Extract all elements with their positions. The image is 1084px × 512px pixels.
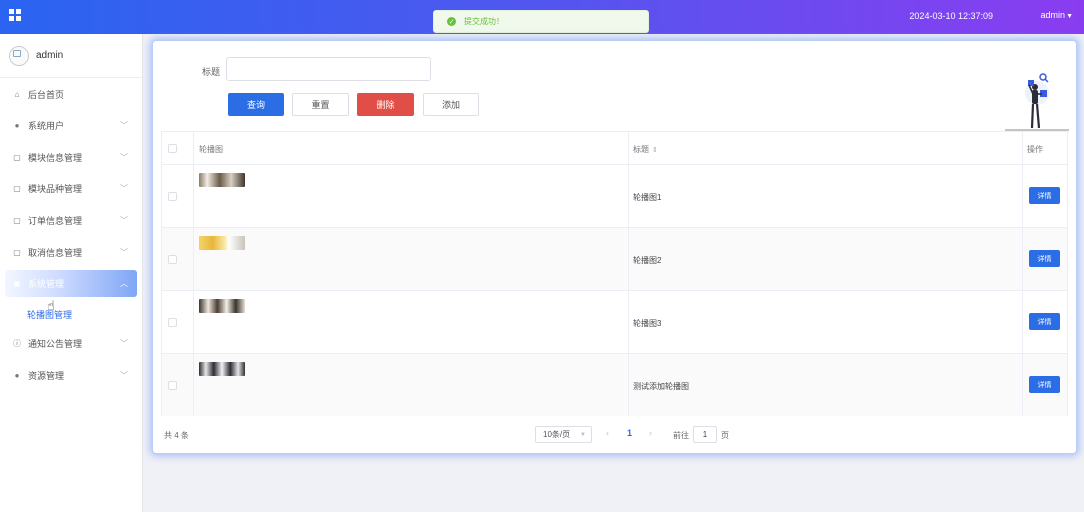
sidebar-item-label: 系统管理 bbox=[28, 279, 65, 289]
row-title: 轮播图2 bbox=[633, 256, 662, 265]
row-title: 轮播图3 bbox=[633, 319, 662, 328]
menu-grid-icon[interactable] bbox=[9, 9, 21, 21]
row-checkbox[interactable] bbox=[168, 381, 177, 390]
sidebar-item-label: 模块品种管理 bbox=[28, 184, 83, 194]
sidebar-item-label: 模块信息管理 bbox=[28, 153, 83, 163]
sidebar-item-home[interactable]: ⌂ 后台首页 bbox=[5, 81, 137, 108]
column-header-title-text: 标题 bbox=[633, 145, 649, 154]
chevron-down-icon: ﹀ bbox=[120, 216, 128, 225]
carousel-thumbnail bbox=[199, 362, 245, 376]
sidebar-item-cancellations[interactable]: ▢ 取消信息管理 ﹀ bbox=[5, 239, 137, 266]
table-row: 轮播图1 详情 bbox=[162, 165, 1067, 228]
delete-button[interactable]: 删除 bbox=[357, 93, 414, 116]
column-divider bbox=[628, 132, 629, 415]
carousel-thumbnail bbox=[199, 236, 245, 250]
document-icon: ▢ bbox=[13, 153, 21, 162]
column-header-actions: 操作 bbox=[1027, 145, 1043, 154]
detail-button[interactable]: 详情 bbox=[1029, 250, 1060, 267]
image-icon: ▣ bbox=[13, 279, 21, 288]
document-icon: ▢ bbox=[13, 184, 21, 193]
row-checkbox[interactable] bbox=[168, 255, 177, 264]
table-row: 轮播图3 详情 bbox=[162, 291, 1067, 354]
detail-button[interactable]: 详情 bbox=[1029, 376, 1060, 393]
sidebar-item-system[interactable]: ▣ 系统管理 ︿ bbox=[5, 270, 137, 297]
user-name: admin bbox=[1040, 10, 1066, 20]
chevron-down-icon: ﹀ bbox=[120, 121, 128, 130]
user-menu[interactable]: admin▼ bbox=[1041, 10, 1073, 20]
query-button[interactable]: 查询 bbox=[228, 93, 284, 116]
sidebar-item-orders[interactable]: ▢ 订单信息管理 ﹀ bbox=[5, 207, 137, 234]
profile-name: admin bbox=[36, 50, 64, 61]
chevron-up-icon: ︿ bbox=[120, 279, 128, 288]
user-icon: ● bbox=[14, 121, 20, 130]
goto-label: 前往 bbox=[673, 431, 689, 440]
chevron-down-icon: ﹀ bbox=[120, 371, 128, 380]
sort-icon[interactable]: ⇕ bbox=[652, 147, 658, 154]
table-header-row: 轮播图 标题 ⇕ 操作 bbox=[162, 132, 1067, 165]
title-search-input[interactable] bbox=[226, 57, 431, 81]
column-divider bbox=[1022, 132, 1023, 415]
datetime-display: 2024-03-10 12:37:09 bbox=[909, 11, 993, 21]
sidebar-item-resources[interactable]: ● 资源管理 ﹀ bbox=[5, 362, 137, 389]
sidebar-item-label: 系统用户 bbox=[28, 121, 65, 131]
column-divider bbox=[193, 132, 194, 415]
page-number[interactable]: 1 bbox=[627, 428, 632, 438]
goto-page-input[interactable]: 1 bbox=[693, 426, 717, 443]
search-illustration-icon bbox=[1005, 73, 1069, 131]
prev-page-icon[interactable]: ‹ bbox=[606, 428, 609, 438]
document-icon: ▢ bbox=[13, 248, 21, 257]
row-checkbox[interactable] bbox=[168, 192, 177, 201]
row-checkbox[interactable] bbox=[168, 318, 177, 327]
page-size-value: 10条/页 bbox=[543, 430, 571, 439]
column-header-title[interactable]: 标题 ⇕ bbox=[633, 144, 658, 155]
goto-unit: 页 bbox=[721, 431, 729, 440]
sidebar-item-module-info[interactable]: ▢ 模块信息管理 ﹀ bbox=[5, 144, 137, 171]
select-all-checkbox[interactable] bbox=[168, 144, 177, 153]
avatar bbox=[9, 45, 29, 66]
sidebar-item-label: 取消信息管理 bbox=[28, 248, 83, 258]
caret-down-icon: ▼ bbox=[1066, 13, 1073, 20]
chevron-down-icon: ﹀ bbox=[120, 248, 128, 257]
sidebar-profile: admin bbox=[0, 34, 142, 78]
sidebar-item-label: 通知公告管理 bbox=[28, 339, 83, 349]
carousel-thumbnail bbox=[199, 173, 245, 187]
detail-button[interactable]: 详情 bbox=[1029, 313, 1060, 330]
detail-button[interactable]: 详情 bbox=[1029, 187, 1060, 204]
sidebar-item-users[interactable]: ● 系统用户 ﹀ bbox=[5, 112, 137, 139]
table-row: 轮播图2 详情 bbox=[162, 228, 1067, 291]
sidebar-item-label: 订单信息管理 bbox=[28, 216, 83, 226]
row-title: 轮播图1 bbox=[633, 193, 662, 202]
page-size-select[interactable]: 10条/页 ▼ bbox=[535, 426, 592, 443]
success-toast: ✓ 提交成功！ bbox=[433, 10, 649, 33]
row-title: 测试添加轮播图 bbox=[633, 382, 689, 391]
chevron-down-icon: ﹀ bbox=[120, 339, 128, 348]
sidebar-item-label: 资源管理 bbox=[28, 371, 65, 381]
hand-cursor-icon: ☝ bbox=[47, 298, 55, 313]
info-icon: ⓘ bbox=[13, 339, 21, 348]
title-label: 标题 bbox=[202, 67, 221, 77]
total-count: 共 4 条 bbox=[164, 431, 189, 440]
add-button[interactable]: 添加 bbox=[423, 93, 479, 116]
check-circle-icon: ✓ bbox=[447, 17, 456, 26]
carousel-thumbnail bbox=[199, 299, 245, 313]
reset-button[interactable]: 重置 bbox=[292, 93, 349, 116]
document-icon: ▢ bbox=[13, 216, 21, 225]
chevron-down-icon: ﹀ bbox=[120, 184, 128, 193]
chevron-down-icon: ▼ bbox=[580, 431, 586, 438]
carousel-table: 轮播图 标题 ⇕ 操作 轮播图1 详情 轮播图2 详情 轮播图3 详情 测试添加轮… bbox=[161, 131, 1068, 416]
table-row: 测试添加轮播图 详情 bbox=[162, 354, 1067, 416]
sidebar-item-notices[interactable]: ⓘ 通知公告管理 ﹀ bbox=[5, 330, 137, 357]
home-icon: ⌂ bbox=[14, 90, 20, 99]
column-header-image: 轮播图 bbox=[199, 145, 223, 154]
toast-message: 提交成功！ bbox=[464, 17, 504, 26]
sidebar-item-module-variety[interactable]: ▢ 模块品种管理 ﹀ bbox=[5, 175, 137, 202]
chevron-down-icon: ﹀ bbox=[120, 153, 128, 162]
next-page-icon[interactable]: › bbox=[649, 428, 652, 438]
location-icon: ● bbox=[14, 371, 20, 380]
sidebar-item-label: 后台首页 bbox=[28, 90, 65, 100]
